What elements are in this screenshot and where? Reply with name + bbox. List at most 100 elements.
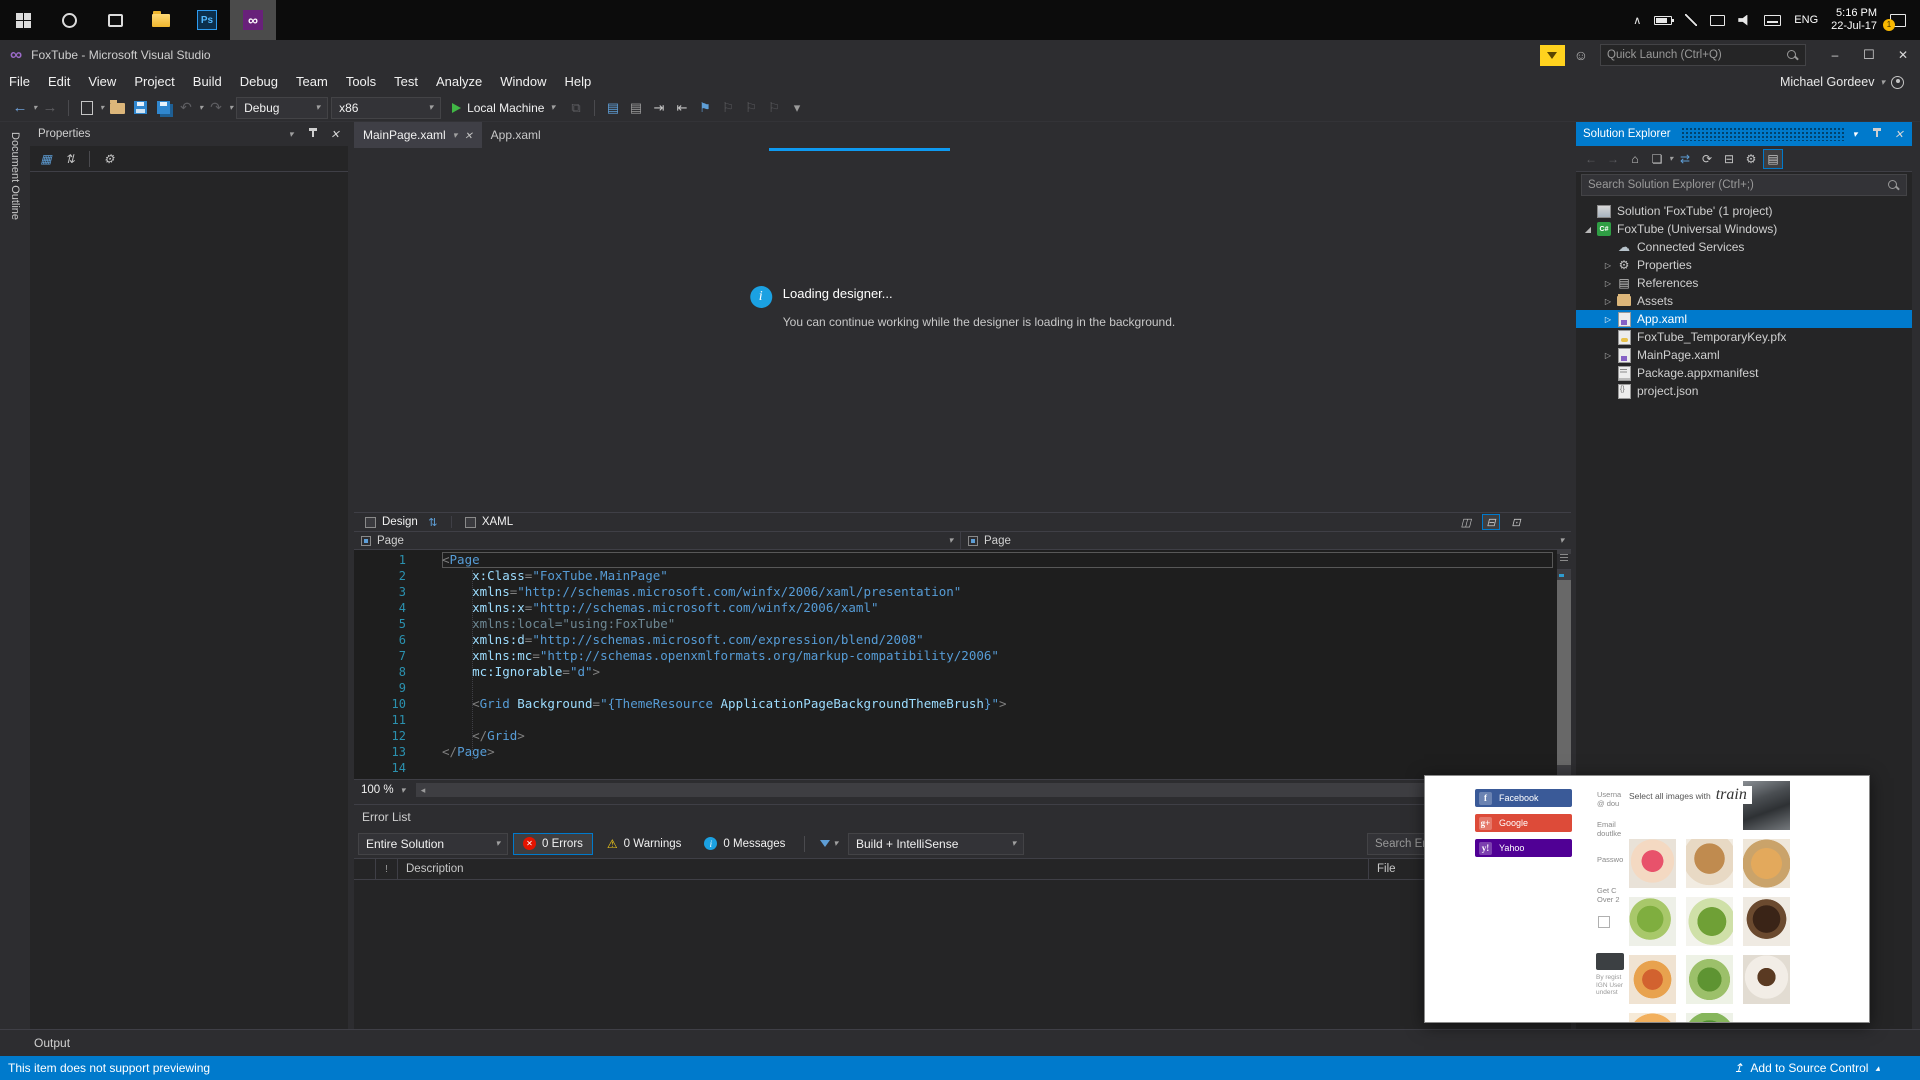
scroll-left-icon[interactable]: [416, 783, 430, 797]
editor-scrollbar[interactable]: [1557, 550, 1571, 779]
captcha-tile-coffee[interactable]: [1743, 955, 1790, 1004]
code-line-7[interactable]: 7 xmlns:mc="http://schemas.openxmlformat…: [354, 648, 1571, 664]
cortana-button[interactable]: [46, 0, 92, 40]
tree-item-package-appxmanifest[interactable]: Package.appxmanifest: [1576, 364, 1912, 382]
properties-icon[interactable]: [1741, 149, 1761, 169]
sync-with-active-document-icon[interactable]: [1675, 149, 1695, 169]
code-line-2[interactable]: 2 x:Class="FoxTube.MainPage": [354, 568, 1571, 584]
tab-app-xaml[interactable]: App.xaml: [482, 122, 550, 148]
code-line-4[interactable]: 4 xmlns:x="http://schemas.microsoft.com/…: [354, 600, 1571, 616]
expand-pane-icon[interactable]: [1507, 514, 1525, 530]
alphabetical-icon[interactable]: [60, 149, 80, 169]
split-horizontal-icon[interactable]: [1482, 514, 1500, 530]
tree-item-mainpage-xaml[interactable]: ▷ MainPage.xaml: [1576, 346, 1912, 364]
pin-icon[interactable]: [1868, 125, 1886, 143]
menu-item-analyze[interactable]: Analyze: [427, 70, 491, 94]
start-debugging-button[interactable]: Local Machine: [444, 97, 563, 119]
clear-bookmarks-icon[interactable]: [764, 97, 784, 119]
solution-explorer-title-bar[interactable]: Solution Explorer: [1576, 122, 1912, 146]
errors-filter-button[interactable]: 0 Errors: [513, 832, 593, 855]
horizontal-scrollbar[interactable]: [416, 783, 1557, 797]
redo-icon[interactable]: [206, 97, 226, 119]
clock[interactable]: 5:16 PM 22-Jul-17: [1831, 7, 1877, 33]
breadcrumb-design-dropdown[interactable]: Page: [354, 532, 961, 549]
menu-item-build[interactable]: Build: [184, 70, 231, 94]
expander-icon[interactable]: ▷: [1600, 279, 1616, 288]
scrollbar-thumb[interactable]: [1557, 580, 1571, 765]
split-vertical-icon[interactable]: [1457, 514, 1475, 530]
menu-item-file[interactable]: File: [0, 70, 39, 94]
save-button[interactable]: [130, 97, 150, 119]
captcha-tile-orange[interactable]: [1629, 1013, 1676, 1022]
window-position-icon[interactable]: [1846, 125, 1864, 143]
column-description[interactable]: Description: [398, 859, 1369, 879]
undo-dropdown-icon[interactable]: [199, 104, 203, 112]
pen-icon[interactable]: [1685, 14, 1698, 26]
menu-item-edit[interactable]: Edit: [39, 70, 79, 94]
menu-item-window[interactable]: Window: [491, 70, 555, 94]
feedback-smiley-icon[interactable]: [1574, 47, 1588, 63]
quick-launch-input[interactable]: Quick Launch (Ctrl+Q): [1600, 44, 1806, 66]
captcha-tile-salad[interactable]: [1629, 897, 1676, 946]
expander-icon[interactable]: ▷: [1600, 315, 1616, 324]
yahoo-login-button[interactable]: y! Yahoo: [1475, 839, 1572, 857]
code-line-11[interactable]: 11: [354, 712, 1571, 728]
comment-icon[interactable]: [603, 97, 623, 119]
intellisense-filter-button[interactable]: [815, 839, 843, 848]
tab-mainpage-xaml[interactable]: MainPage.xaml: [354, 122, 482, 148]
build-intellisense-combo[interactable]: Build + IntelliSense: [847, 832, 1024, 855]
tree-item-connected-services[interactable]: Connected Services: [1576, 238, 1912, 256]
captcha-tile-salad2[interactable]: [1686, 897, 1733, 946]
tree-item-assets[interactable]: ▷ Assets: [1576, 292, 1912, 310]
refresh-icon[interactable]: [1697, 149, 1717, 169]
action-center-icon[interactable]: 1: [1883, 13, 1906, 31]
menu-item-tools[interactable]: Tools: [337, 70, 385, 94]
bookmark-icon[interactable]: [695, 97, 715, 119]
tree-item-foxtube-universal-windows[interactable]: ◢ FoxTube (Universal Windows): [1576, 220, 1912, 238]
menu-item-help[interactable]: Help: [556, 70, 601, 94]
menu-item-project[interactable]: Project: [125, 70, 183, 94]
swap-panes-icon[interactable]: [425, 515, 441, 529]
output-panel-header[interactable]: Output: [0, 1029, 1920, 1056]
task-view-button[interactable]: [92, 0, 138, 40]
menu-item-test[interactable]: Test: [385, 70, 427, 94]
restore-button[interactable]: [1852, 40, 1886, 70]
code-line-5[interactable]: 5 xmlns:local="using:FoxTube": [354, 616, 1571, 632]
menu-item-debug[interactable]: Debug: [231, 70, 287, 94]
toolbar-overflow-icon[interactable]: [787, 97, 807, 119]
captcha-tile-salad3[interactable]: [1686, 955, 1733, 1004]
solution-configuration-combo[interactable]: Debug: [236, 96, 329, 119]
code-line-9[interactable]: 9: [354, 680, 1571, 696]
tree-item-app-xaml[interactable]: ▷ App.xaml: [1576, 310, 1912, 328]
undo-icon[interactable]: [176, 97, 196, 119]
code-line-13[interactable]: 13 </Page>: [354, 744, 1571, 760]
save-all-button[interactable]: [153, 97, 173, 119]
preview-selected-items-toggle[interactable]: [1763, 148, 1784, 169]
attach-to-process-icon[interactable]: [566, 97, 586, 119]
expander-icon[interactable]: ▷: [1600, 351, 1616, 360]
design-tab[interactable]: Design: [360, 516, 423, 528]
language-indicator[interactable]: ENG: [1794, 14, 1818, 26]
tree-item-foxtube-temporarykey-pfx[interactable]: FoxTube_TemporaryKey.pfx: [1576, 328, 1912, 346]
property-pages-icon[interactable]: [99, 149, 119, 169]
indent-icon[interactable]: [649, 97, 669, 119]
tray-chevron-icon[interactable]: [1633, 13, 1641, 27]
volume-icon[interactable]: [1738, 14, 1748, 26]
visual-studio-button[interactable]: [230, 0, 276, 40]
expander-icon[interactable]: ◢: [1580, 225, 1596, 234]
navigate-history-icon[interactable]: [33, 104, 37, 112]
photoshop-button[interactable]: Ps: [184, 0, 230, 40]
network-icon[interactable]: [1710, 14, 1726, 26]
facebook-login-button[interactable]: f Facebook: [1475, 789, 1572, 807]
next-bookmark-icon[interactable]: [741, 97, 761, 119]
forward-icon[interactable]: [1603, 149, 1623, 169]
menu-item-team[interactable]: Team: [287, 70, 337, 94]
menu-item-view[interactable]: View: [79, 70, 125, 94]
close-icon[interactable]: [1890, 125, 1908, 143]
tab-close-icon[interactable]: [464, 128, 472, 142]
previous-bookmark-icon[interactable]: [718, 97, 738, 119]
chevron-down-icon[interactable]: [1669, 155, 1673, 163]
minimize-button[interactable]: [1818, 40, 1852, 70]
xaml-tab[interactable]: XAML: [460, 516, 518, 528]
expander-icon[interactable]: ▷: [1600, 261, 1616, 270]
